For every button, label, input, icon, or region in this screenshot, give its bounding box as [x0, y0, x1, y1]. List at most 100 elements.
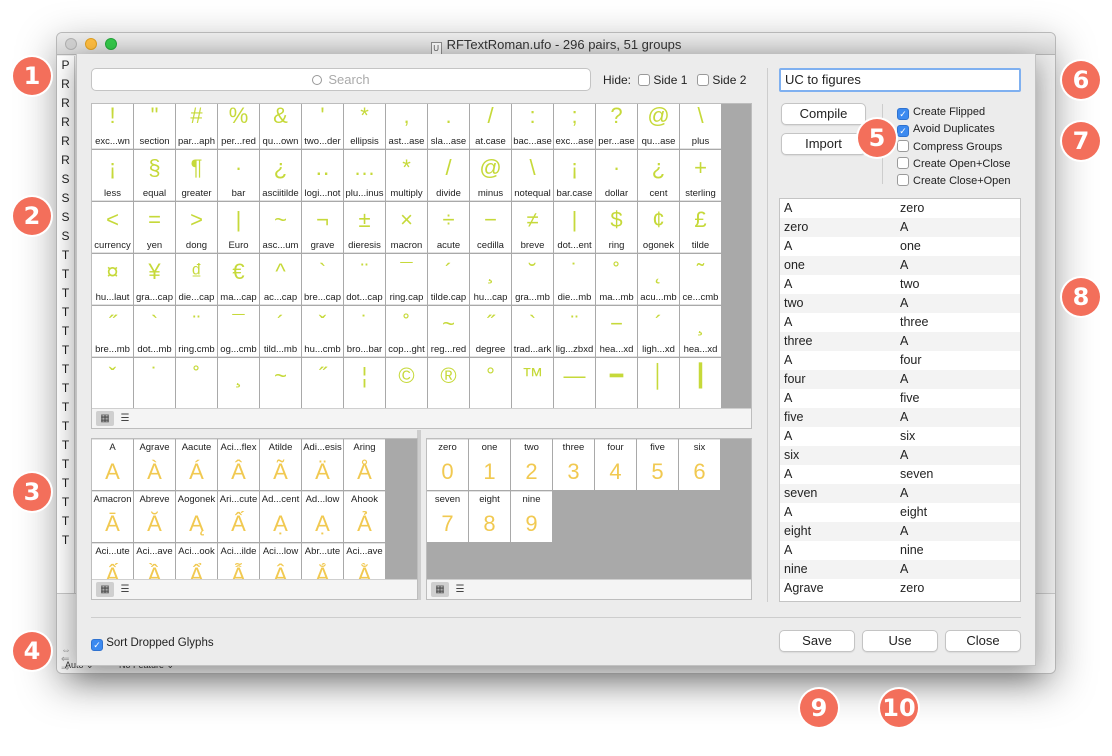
glyph-cell[interactable]: ac...cap ^: [260, 254, 301, 305]
group-name-input[interactable]: UC to figures: [779, 68, 1021, 92]
glyph-cell[interactable]: currency <: [92, 202, 133, 253]
glyph-cell[interactable]: gra...cap ¥: [134, 254, 175, 305]
pair-row[interactable]: three A: [780, 332, 1020, 351]
hide-side1-checkbox[interactable]: Side 1: [638, 73, 687, 87]
pair-row[interactable]: Athree: [780, 313, 1020, 332]
glyph-cell[interactable]: sla...ase.: [428, 104, 469, 149]
glyph-cell[interactable]: greater ¶: [176, 150, 217, 201]
glyph-cell[interactable]: breve ≠: [512, 202, 553, 253]
glyph-cell[interactable]: ┃: [680, 358, 721, 409]
glyph-cell[interactable]: notequal \: [512, 150, 553, 201]
side1-grid-view-icon[interactable]: ▦: [96, 582, 114, 597]
glyph-cell[interactable]: five 5: [637, 439, 678, 490]
glyph-cell[interactable]: ©: [386, 358, 427, 409]
glyph-cell[interactable]: Ahook Ả: [344, 491, 385, 542]
glyph-cell[interactable]: ˇ: [92, 358, 133, 409]
glyph-cell[interactable]: dot...ent |: [554, 202, 595, 253]
glyph-cell[interactable]: four 4: [595, 439, 636, 490]
glyph-cell[interactable]: par...aph #: [176, 104, 217, 149]
pair-row[interactable]: one A: [780, 256, 1020, 275]
glyph-cell[interactable]: logi...not ‥: [302, 150, 343, 201]
option-checkbox[interactable]: Compress Groups: [897, 140, 1002, 153]
first-glyph-row[interactable]: P: [57, 56, 74, 75]
first-glyph-row[interactable]: T: [57, 512, 74, 531]
glyph-cell[interactable]: multiply *: [386, 150, 427, 201]
first-glyph-row[interactable]: T: [57, 493, 74, 512]
glyph-cell[interactable]: three 3: [553, 439, 594, 490]
glyph-cell[interactable]: ™: [512, 358, 553, 409]
grid-view-icon[interactable]: ▦: [96, 411, 114, 426]
first-glyph-row[interactable]: R: [57, 132, 74, 151]
glyph-cell[interactable]: bre...cap `: [302, 254, 343, 305]
pair-row[interactable]: Atwo: [780, 275, 1020, 294]
first-glyph-row[interactable]: R: [57, 113, 74, 132]
glyph-cell[interactable]: ma...mb ˚: [596, 254, 637, 305]
glyph-cell[interactable]: dot...mb `: [134, 306, 175, 357]
sort-checkbox-box[interactable]: ✓: [91, 639, 103, 651]
glyph-cell[interactable]: hu...cmb ˇ: [302, 306, 343, 357]
glyph-cell[interactable]: lig...zbxd ¨: [554, 306, 595, 357]
pair-row[interactable]: Aseven: [780, 465, 1020, 484]
option-checkbox-box[interactable]: [897, 157, 909, 169]
option-checkbox-box[interactable]: ✓: [897, 108, 909, 120]
pair-row[interactable]: Afive: [780, 389, 1020, 408]
glyph-cell[interactable]: Ad...low Ạ: [302, 491, 343, 542]
glyph-cell[interactable]: seven 7: [427, 491, 468, 542]
side1-checkbox-box[interactable]: [638, 74, 650, 86]
option-checkbox[interactable]: Create Close+Open: [897, 174, 1011, 187]
glyph-cell[interactable]: die...mb ˙: [554, 254, 595, 305]
glyph-cell[interactable]: one 1: [469, 439, 510, 490]
glyph-cell[interactable]: cent ¿: [638, 150, 679, 201]
first-glyph-row[interactable]: T: [57, 322, 74, 341]
glyph-cell[interactable]: asciitilde ¿: [260, 150, 301, 201]
glyph-cell[interactable]: reg...red ~: [428, 306, 469, 357]
glyph-cell[interactable]: dieresis ±: [344, 202, 385, 253]
pair-list[interactable]: Azero zero A Aone one A Atwo two A Athree three A Af…: [779, 198, 1021, 602]
glyph-cell[interactable]: bre...mb ˝: [92, 306, 133, 357]
glyph-cell[interactable]: divide /: [428, 150, 469, 201]
glyph-cell[interactable]: Ari...cute Ấ: [218, 491, 259, 542]
pair-row[interactable]: zero A: [780, 218, 1020, 237]
glyph-cell[interactable]: dollar ·: [596, 150, 637, 201]
glyph-cell[interactable]: nine 9: [511, 491, 552, 542]
glyph-cell[interactable]: cop...ght ˚: [386, 306, 427, 357]
glyph-cell[interactable]: °: [470, 358, 511, 409]
glyph-cell[interactable]: tild...mb ´: [260, 306, 301, 357]
pair-row[interactable]: eight A: [780, 522, 1020, 541]
glyph-cell[interactable]: dong >: [176, 202, 217, 253]
glyph-cell[interactable]: trad...ark `: [512, 306, 553, 357]
glyph-cell[interactable]: exc...wn!: [92, 104, 133, 149]
glyph-cell[interactable]: two...der ': [302, 104, 343, 149]
glyph-cell[interactable]: hea...xd ¸: [680, 306, 721, 357]
glyph-cell[interactable]: die...cap ₫: [176, 254, 217, 305]
pair-row[interactable]: seven A: [780, 484, 1020, 503]
pair-row[interactable]: Azero: [780, 199, 1020, 218]
glyph-cell[interactable]: dot...cap ¨: [344, 254, 385, 305]
first-glyph-row[interactable]: T: [57, 246, 74, 265]
first-glyph-row[interactable]: T: [57, 284, 74, 303]
glyph-cell[interactable]: ring $: [596, 202, 637, 253]
pair-row[interactable]: four A: [780, 370, 1020, 389]
glyph-cell[interactable]: asc...um ~: [260, 202, 301, 253]
glyph-cell[interactable]: ˚: [176, 358, 217, 409]
glyph-cell[interactable]: Amacron Ā: [92, 491, 133, 542]
sort-dropped-glyphs-checkbox[interactable]: ✓ Sort Dropped Glyphs: [91, 637, 214, 651]
import-button[interactable]: Import: [781, 133, 866, 155]
glyph-cell[interactable]: Atilde Ã: [260, 439, 301, 490]
first-glyph-row[interactable]: T: [57, 436, 74, 455]
side2-list-view-icon[interactable]: ☰: [451, 582, 469, 597]
glyph-cell[interactable]: acute ÷: [428, 202, 469, 253]
glyph-cell[interactable]: │: [638, 358, 679, 409]
glyph-cell[interactable]: ce...cmb ˜: [680, 254, 721, 305]
glyph-cell[interactable]: sterling +: [680, 150, 721, 201]
pair-row[interactable]: Afour: [780, 351, 1020, 370]
pair-row[interactable]: Asix: [780, 427, 1020, 446]
glyph-cell[interactable]: tilde.cap ´: [428, 254, 469, 305]
first-glyph-row[interactable]: S: [57, 227, 74, 246]
glyph-cell[interactable]: ma...cap €: [218, 254, 259, 305]
glyph-cell[interactable]: ligh...xd ´: [638, 306, 679, 357]
option-checkbox[interactable]: ✓ Create Flipped: [897, 106, 985, 120]
pair-row[interactable]: five A: [780, 408, 1020, 427]
glyph-cell[interactable]: —: [554, 358, 595, 409]
first-glyph-row[interactable]: T: [57, 474, 74, 493]
